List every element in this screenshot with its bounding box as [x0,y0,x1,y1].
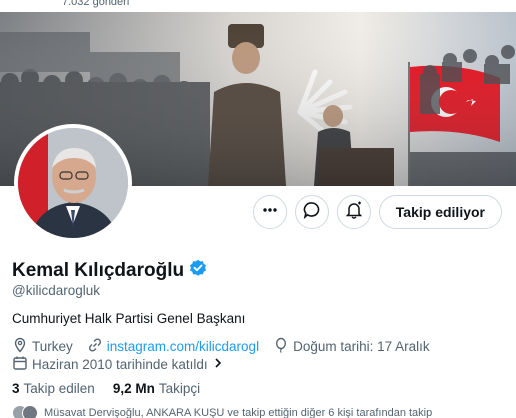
birth-date-text: Doğum tarihi: 17 Aralık [293,339,430,354]
verified-badge-icon [189,259,207,282]
profile-handle: @kilicdarogluk [12,283,100,298]
more-icon [262,202,278,223]
profile-meta-row-joined: Haziran 2010 tarihinde katıldı [12,355,238,374]
website: instagram.com/kilicdarogl [87,337,259,356]
post-count: 7.032 gönderi [62,0,130,8]
notification-bell-icon [345,201,363,224]
profile-avatar[interactable] [14,124,132,242]
profile-name-row: Kemal Kılıçdaroğlu [12,259,207,282]
mutual-avatars [12,405,38,418]
following-number: 3 [12,381,20,396]
join-date[interactable]: Haziran 2010 tarihinde katıldı [12,355,224,374]
profile-meta-row: Turkey instagram.com/kilicdarogl Doğum t… [12,337,444,356]
balloon-icon [273,337,289,356]
message-icon [303,201,321,224]
mutual-avatar [22,405,38,418]
notifications-button[interactable] [336,195,371,229]
following-count[interactable]: 3 Takip edilen [12,381,95,396]
join-date-text: Haziran 2010 tarihinde katıldı [32,357,208,372]
location: Turkey [12,337,73,356]
website-link[interactable]: instagram.com/kilicdarogl [107,339,259,354]
profile-name: Kemal Kılıçdaroğlu [12,259,185,281]
followers-you-know[interactable]: Müsavat Dervişoğlu, ANKARA KUŞU ve takip… [12,405,432,418]
following-label: Takip edilen [23,381,95,396]
followed-by-text: Müsavat Dervişoğlu, ANKARA KUŞU ve takip… [44,407,433,418]
chevron-right-icon [212,357,224,372]
profile-bio: Cumhuriyet Halk Partisi Genel Başkanı [12,311,246,326]
followers-count[interactable]: 9,2 Mn Takipçi [113,381,200,396]
top-bar: 7.032 gönderi [0,0,516,12]
follow-stats: 3 Takip edilen 9,2 Mn Takipçi [12,381,218,396]
calendar-icon [12,355,28,374]
message-button[interactable] [294,195,329,229]
location-pin-icon [12,337,28,356]
location-text: Turkey [32,339,73,354]
link-icon [87,337,103,356]
birth-date: Doğum tarihi: 17 Aralık [273,337,430,356]
following-button[interactable]: Takip ediliyor [378,195,502,229]
profile-actions: Takip ediliyor [252,195,502,229]
more-button[interactable] [252,195,287,229]
followers-number: 9,2 Mn [112,381,155,396]
avatar-photo [18,128,128,238]
followers-label: Takipçi [158,381,201,396]
